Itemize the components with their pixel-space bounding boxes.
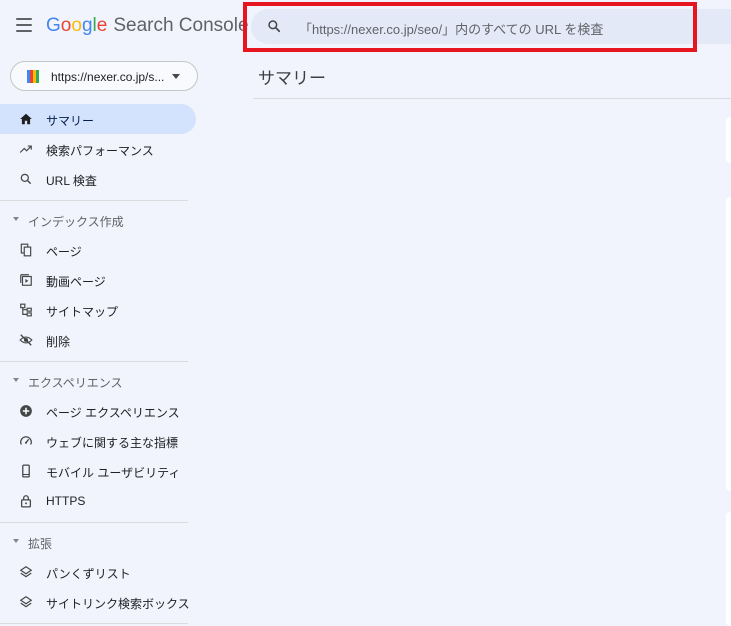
sidebar-item-https[interactable]: HTTPS	[0, 486, 196, 516]
sidebar-item-label: 動画ページ	[46, 275, 106, 289]
divider	[0, 522, 188, 523]
sidebar-item-label: 削除	[46, 335, 71, 349]
divider	[0, 200, 188, 201]
visibility-off-icon	[19, 334, 33, 346]
sidebar-item-mobile-usability[interactable]: モバイル ユーザビリティ	[0, 456, 196, 486]
sidebar-item-video-pages[interactable]: 動画ページ	[0, 265, 196, 295]
layers-icon	[19, 566, 33, 578]
top-bar: Google Search Console 「https://nexer.co.j…	[0, 0, 731, 52]
logo-letter: g	[81, 15, 93, 36]
search-icon	[20, 173, 32, 185]
sidebar-item-breadcrumbs[interactable]: パンくずリスト	[0, 557, 196, 587]
summary-card	[726, 512, 731, 626]
page-title: サマリー	[258, 69, 326, 88]
caret-down-icon	[13, 217, 19, 221]
sidebar-item-removals[interactable]: 削除	[0, 325, 196, 355]
summary-card	[726, 117, 731, 163]
sidebar-item-url-inspection[interactable]: URL 検査	[0, 164, 196, 194]
property-selector[interactable]: https://nexer.co.jp/s...	[10, 61, 198, 91]
logo-letter: G	[46, 15, 61, 36]
speed-gauge-icon	[20, 436, 32, 445]
google-search-console-logo[interactable]: Google Search Console	[46, 15, 249, 37]
logo-letter: o	[71, 15, 82, 36]
sidebar-item-label: ページ	[46, 245, 82, 259]
divider	[253, 98, 731, 99]
sidebar-item-page-experience[interactable]: ページ エクスペリエンス	[0, 396, 196, 426]
caret-down-icon	[13, 378, 19, 382]
property-url: https://nexer.co.jp/s...	[51, 70, 165, 84]
property-logo-icon	[27, 70, 39, 83]
search-highlight-box	[243, 2, 697, 52]
sidebar-item-label: パンくずリスト	[46, 567, 131, 581]
sidebar-item-label: サイトリンク検索ボックス	[46, 597, 190, 611]
sidebar-item-sitelinks-searchbox[interactable]: サイトリンク検索ボックス	[0, 587, 196, 617]
section-header-experience[interactable]: エクスペリエンス	[0, 369, 196, 393]
section-header-indexing[interactable]: インデックス作成	[0, 208, 196, 232]
divider	[0, 361, 188, 362]
sidebar-item-summary[interactable]: サマリー	[0, 104, 196, 134]
caret-down-icon	[172, 74, 180, 79]
sitemap-icon	[20, 303, 32, 317]
sidebar-item-label: サイトマップ	[46, 305, 119, 319]
video-page-icon	[20, 274, 32, 286]
section-title: 拡張	[28, 537, 53, 551]
layers-icon	[19, 596, 33, 608]
sidebar-item-label: ウェブに関する主な指標	[46, 436, 179, 450]
sidebar-item-pages[interactable]: ページ	[0, 235, 196, 265]
lock-icon	[20, 495, 32, 508]
sidebar-item-label: サマリー	[46, 114, 95, 128]
trending-up-icon	[19, 145, 32, 153]
add-circle-icon	[20, 405, 32, 417]
sidebar-item-label: ページ エクスペリエンス	[46, 406, 180, 420]
caret-down-icon	[13, 539, 19, 543]
section-title: エクスペリエンス	[28, 376, 123, 390]
product-name: Search Console	[113, 15, 249, 36]
logo-letter: e	[96, 15, 108, 36]
sidebar-item-performance[interactable]: 検索パフォーマンス	[0, 134, 196, 164]
pages-icon	[20, 243, 32, 257]
sidebar-item-core-web-vitals[interactable]: ウェブに関する主な指標	[0, 426, 196, 456]
sidebar-item-label: 検索パフォーマンス	[46, 144, 154, 158]
sidebar-item-label: URL 検査	[46, 174, 97, 188]
smartphone-icon	[22, 464, 30, 478]
logo-letter: o	[60, 15, 72, 36]
sidebar-item-label: モバイル ユーザビリティ	[46, 466, 181, 480]
home-icon	[20, 113, 32, 125]
menu-icon[interactable]	[16, 18, 32, 32]
sidebar-item-sitemaps[interactable]: サイトマップ	[0, 295, 196, 325]
section-title: インデックス作成	[28, 215, 124, 229]
sidebar-item-label: HTTPS	[46, 494, 86, 508]
summary-card	[726, 197, 731, 491]
section-header-enhancements[interactable]: 拡張	[0, 530, 196, 554]
divider	[0, 623, 188, 624]
